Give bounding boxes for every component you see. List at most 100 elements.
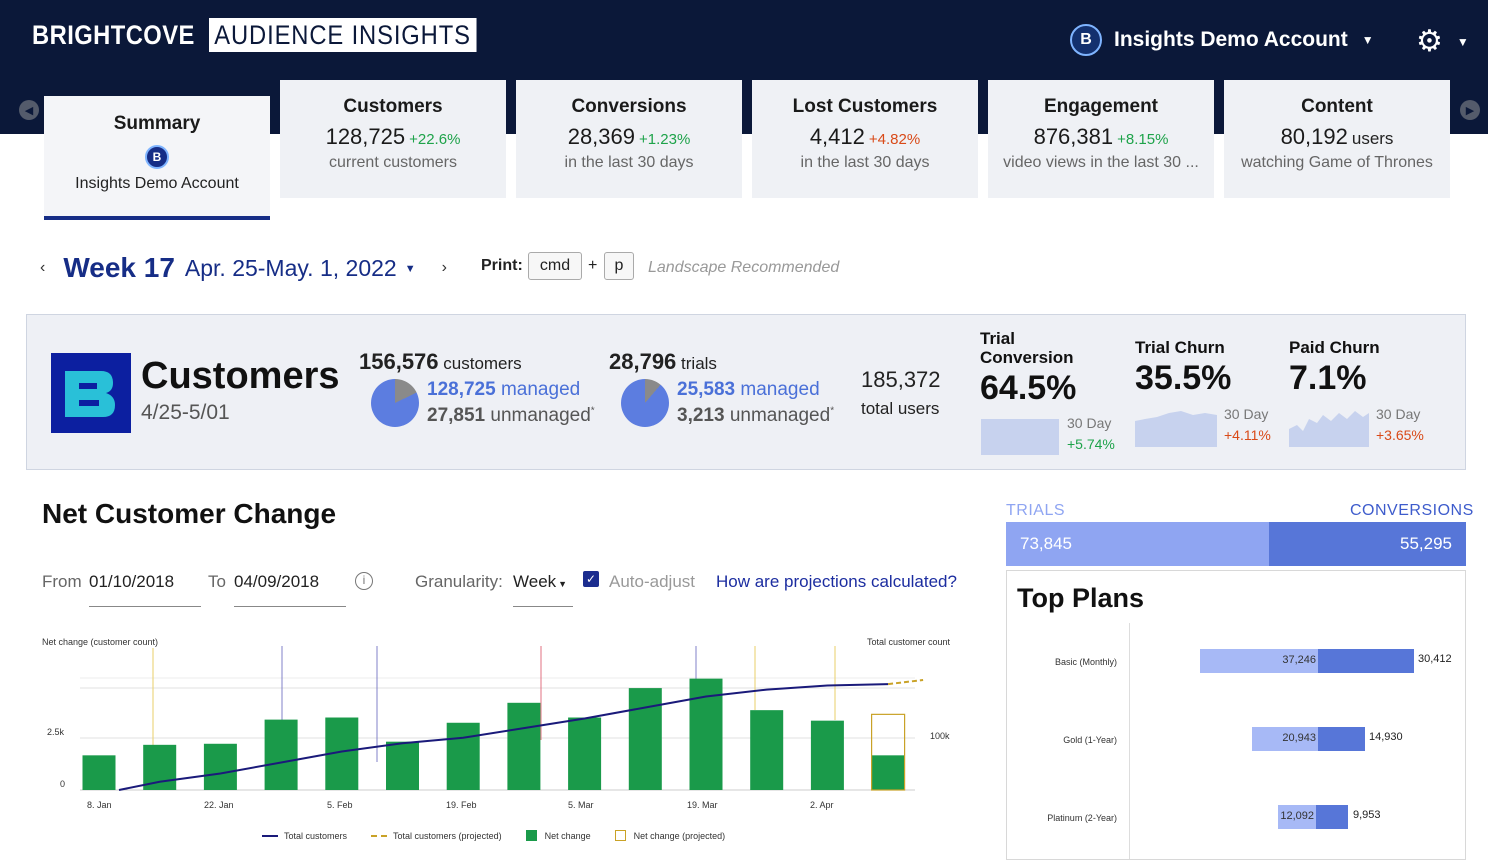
plan-conversions-value: 9,953 [1353,809,1381,821]
tab-subtitle: watching Game of Thrones [1241,154,1433,171]
dashed-line-swatch-icon [371,834,388,837]
account-icon: B [145,145,169,169]
gear-icon: ⚙ [1416,25,1443,58]
kpi-value-trial-churn: 35.5% [1135,359,1232,397]
x-tick-label: 22. Jan [204,800,234,810]
tab-subtitle: current customers [328,154,458,171]
panel-title: Customers [141,355,340,397]
net-change-bar[interactable] [82,755,116,790]
tab-engagement[interactable]: Engagement 876,381 +8.15% video views in th… [988,80,1214,198]
net-change-bar[interactable] [871,755,905,790]
net-change-title: Net Customer Change [42,498,337,529]
plus-sign: + [588,257,598,274]
to-label: To [208,572,226,591]
kpi-period: 30 Day [1224,406,1269,422]
granularity-select[interactable]: Week ▼ [513,572,573,607]
net-change-bar[interactable] [628,688,662,790]
plan-bar[interactable]: 37,246 [1200,649,1414,673]
tab-subtitle: Insights Demo Account [75,175,239,192]
plan-conversions-value: 30,412 [1418,653,1452,665]
tab-subtitle: video views in the last 30 ... [1003,154,1199,171]
trials-total: 28,796 trials [609,349,717,374]
trials-segment: 73,845 [1006,522,1269,566]
sparkline [1289,411,1369,447]
plan-bar[interactable]: 20,943 [1252,727,1365,751]
projections-help-link[interactable]: How are projections calculated? [716,572,957,592]
tab-summary[interactable]: Summary B Insights Demo Account [44,96,270,220]
plans-axis [1129,623,1130,859]
x-tick-label: 5. Feb [327,800,353,810]
tab-conversions[interactable]: Conversions 28,369 +1.23% in the last 30 da… [516,80,742,198]
settings-menu[interactable]: ⚙ ▼ [1416,24,1469,59]
net-change-bar[interactable] [446,722,480,790]
brand-logo[interactable]: BRIGHTCOVE AUDIENCE INSIGHTS [32,18,513,52]
scroll-right-icon[interactable]: ▶ [1460,100,1480,120]
net-change-bar[interactable] [507,702,541,790]
tab-title: Engagement [1043,96,1159,117]
week-range-dropdown[interactable]: Apr. 25-May. 1, 2022 ▼ [185,255,416,282]
plan-trials-segment: 20,943 [1252,727,1318,751]
sparkline [1135,411,1217,447]
plan-label: Basic (Monthly) [1054,657,1117,667]
net-change-bar[interactable] [810,720,844,790]
x-tick-label: 19. Mar [687,800,718,810]
net-change-bar[interactable] [568,717,602,790]
plan-trials-segment: 12,092 [1278,805,1316,829]
p-key: p [604,252,634,280]
brand-name: BRIGHTCOVE [32,19,195,50]
y-tick-label-right: 100k [930,731,950,741]
print-label: Print: [481,257,523,274]
conversions-label: CONVERSIONS [1350,502,1474,519]
panel-dates: 4/25-5/01 [141,401,230,424]
legend-item[interactable]: Net change (projected) [614,830,725,841]
plan-conversions-value: 14,930 [1369,731,1403,743]
net-change-chart [80,646,924,791]
tab-title: Content [1301,96,1373,117]
net-change-bar[interactable] [386,741,419,790]
auto-adjust-checkbox[interactable]: ✓ [583,571,599,587]
customers-unmanaged: 27,851 unmanaged* [427,405,595,426]
tab-customers[interactable]: Customers 128,725 +22.6% current customers [280,80,506,198]
legend-item[interactable]: Total customers [262,831,347,841]
chart-legend: Total customers Total customers (project… [262,830,749,841]
net-change-bar[interactable] [203,743,237,790]
cmd-key: cmd [528,252,582,280]
plan-label: Platinum (2-Year) [1047,813,1117,823]
account-switcher[interactable]: B Insights Demo Account ▼ [1070,24,1374,56]
info-icon[interactable]: i [355,572,373,590]
net-change-bar[interactable] [264,719,298,790]
kpi-change: +3.65% [1376,427,1424,443]
print-hint: Landscape Recommended [648,259,840,276]
tab-value: 876,381 +8.15% [1033,124,1169,149]
tab-subtitle: in the last 30 days [800,154,930,171]
scroll-left-icon[interactable]: ◀ [19,100,39,120]
net-change-bar[interactable] [750,710,784,790]
to-date-input[interactable]: 04/09/2018 [234,572,346,607]
kpi-value-paid-churn: 7.1% [1289,359,1367,397]
x-tick-label: 5. Mar [568,800,594,810]
x-tick-label: 2. Apr [810,800,834,810]
legend-item[interactable]: Net change [525,830,591,841]
tab-title: Customers [343,96,443,117]
top-plans-title: Top Plans [1017,583,1145,613]
chevron-left-icon[interactable]: ‹ [40,259,45,277]
x-tick-label: 19. Feb [446,800,477,810]
tab-content[interactable]: Content 80,192 users watching Game of Thron… [1224,80,1450,198]
plan-bar[interactable]: 12,092 [1278,805,1348,829]
chevron-right-icon[interactable]: › [442,259,447,277]
tab-title: Summary [113,113,201,134]
brightcove-logo-icon [51,353,131,433]
from-date-input[interactable]: 01/10/2018 [89,572,201,607]
legend-item[interactable]: Total customers (projected) [371,831,502,841]
tab-lost-customers[interactable]: Lost Customers 4,412 +4.82% in the last 30 … [752,80,978,198]
total-customers-projected-line [887,679,924,686]
tab-value: 28,369 +1.23% [567,124,691,149]
tab-value: 4,412 +4.82% [809,124,921,149]
plan-conversions-segment [1318,649,1414,673]
week-selector: ‹ Week 17 Apr. 25-May. 1, 2022 ▼ › [40,252,447,284]
top-plans-panel: Top Plans Basic (Monthly) 37,246 30,412 … [1006,570,1466,860]
conversions-segment: 55,295 [1269,522,1466,566]
trials-pie-chart [621,379,669,427]
kpi-value-trial-conversion: 64.5% [980,369,1077,407]
kpi-change: +4.11% [1224,427,1271,443]
